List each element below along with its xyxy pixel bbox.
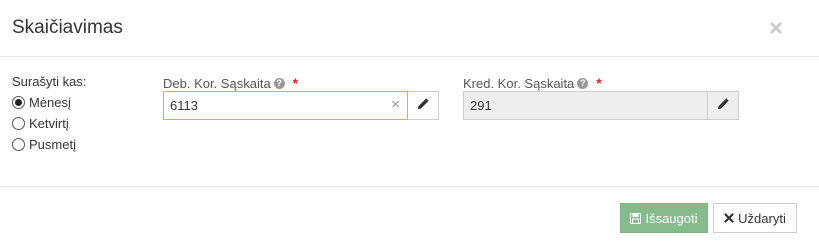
floppy-disk-icon <box>630 212 642 224</box>
radio-half-year-label: Pusmetį <box>29 137 76 152</box>
credit-account-edit-button[interactable] <box>708 91 739 120</box>
radio-month-label: Mėnesį <box>29 95 71 110</box>
close-button-label: Uždaryti <box>738 210 786 226</box>
radio-quarter-label: Ketvirtį <box>29 116 69 131</box>
radio-half-year-dot[interactable] <box>12 138 25 151</box>
radio-quarter-dot[interactable] <box>12 117 25 130</box>
debit-account-input[interactable] <box>163 91 408 120</box>
credit-account-control <box>463 91 739 120</box>
radio-month[interactable]: Mėnesį <box>12 92 142 113</box>
debit-account-label-row: Deb. Kor. Sąskaita ? * <box>163 75 298 91</box>
pencil-icon <box>717 97 729 115</box>
clear-icon[interactable]: × <box>391 96 400 114</box>
radio-half-year[interactable]: Pusmetį <box>12 134 142 155</box>
credit-account-label: Kred. Kor. Sąskaita <box>463 75 575 91</box>
save-button[interactable]: Išsaugoti <box>620 203 708 233</box>
debit-account-label: Deb. Kor. Sąskaita <box>163 75 271 91</box>
required-asterisk: * <box>292 75 299 91</box>
modal-title: Skaičiavimas <box>12 17 123 38</box>
debit-account-control: × <box>163 91 439 120</box>
credit-account-label-row: Kred. Kor. Sąskaita ? * <box>463 75 602 91</box>
close-icon[interactable]: × <box>765 16 787 42</box>
radio-quarter[interactable]: Ketvirtį <box>12 113 142 134</box>
question-circle-icon[interactable]: ? <box>577 77 589 89</box>
modal-header: Skaičiavimas × <box>0 0 819 57</box>
required-asterisk: * <box>596 75 602 91</box>
radio-month-dot[interactable] <box>12 96 25 109</box>
pencil-icon <box>417 97 429 115</box>
period-radio-group: Surašyti kas: Mėnesį Ketvirtį Pusmetį <box>12 74 142 155</box>
modal-footer: Išsaugoti Uždaryti <box>0 186 819 246</box>
times-icon <box>724 213 734 223</box>
question-circle-icon[interactable]: ? <box>273 77 285 89</box>
close-button[interactable]: Uždaryti <box>713 203 797 233</box>
save-button-label: Išsaugoti <box>645 210 698 226</box>
period-label: Surašyti kas: <box>12 74 87 89</box>
credit-account-input[interactable] <box>463 91 708 120</box>
debit-account-edit-button[interactable] <box>408 91 439 120</box>
